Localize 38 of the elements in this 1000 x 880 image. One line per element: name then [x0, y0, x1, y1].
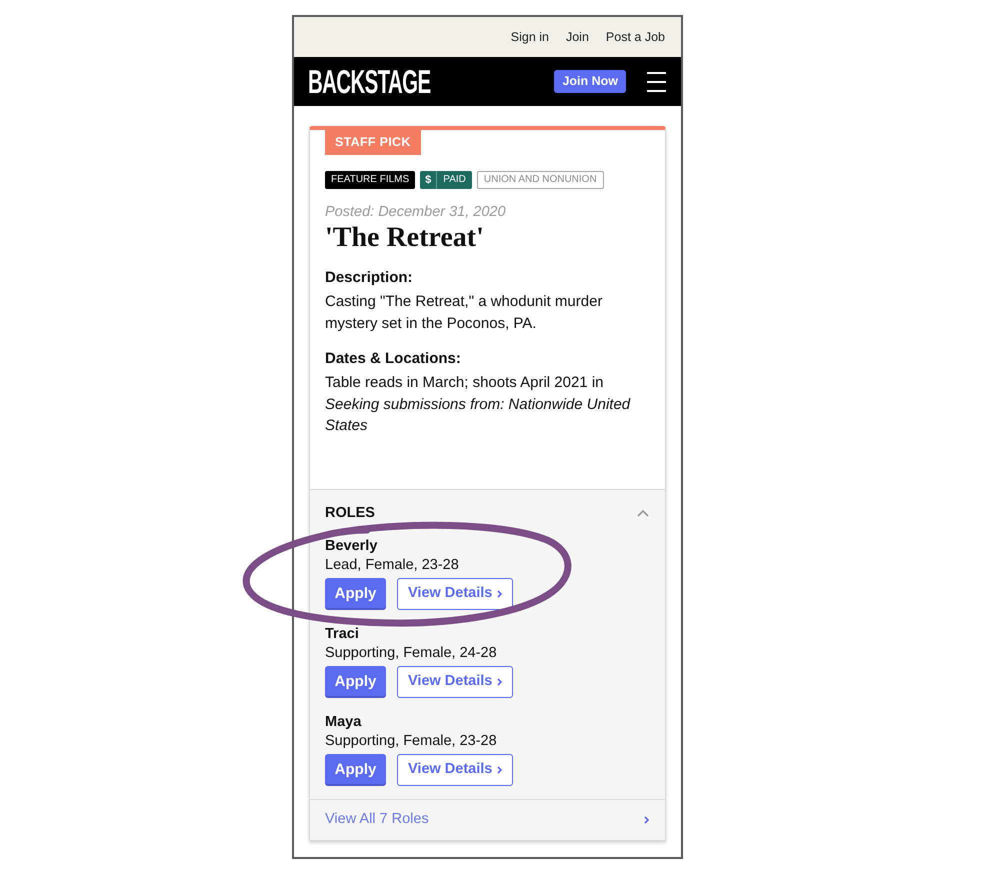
role-details: Supporting, Female, 23-28: [325, 732, 498, 750]
join-now-button[interactable]: Join Now: [554, 70, 626, 93]
menu-icon: [647, 72, 666, 92]
section-heading: Dates & Locations:: [325, 349, 462, 369]
nav-link[interactable]: Join: [566, 28, 589, 46]
listing-title: 'The Retreat': [325, 222, 484, 254]
role-details: Supporting, Female, 24-28: [325, 644, 498, 662]
role-name: Traci: [325, 624, 360, 642]
logo[interactable]: BACKSTAGE: [308, 65, 430, 98]
chevron-right-icon: [497, 678, 502, 686]
view-details-button[interactable]: View Details: [397, 754, 514, 786]
nav-link[interactable]: Post a Job: [606, 28, 665, 46]
body-text: Table reads in March; shoots April 2021 in: [325, 373, 604, 393]
category-tag: FEATURE FILMS: [325, 171, 416, 189]
role-name: Beverly: [325, 536, 378, 554]
posted-date: Posted: December 31, 2020: [325, 203, 506, 221]
staff-pick-badge: STAFF PICK: [325, 130, 421, 155]
chevron-right-icon: [497, 766, 502, 774]
view-all-roles-link[interactable]: View All 7 Roles: [310, 798, 665, 840]
menu-button[interactable]: [647, 72, 666, 92]
chevron-right-icon: [644, 816, 649, 824]
chevron-right-icon: [497, 590, 502, 598]
view-details-button[interactable]: View Details: [397, 578, 514, 610]
section-heading: Description:: [325, 268, 414, 288]
body-text: Casting "The Retreat," a whodunit murder mystery set in the Poconos, PA.: [325, 292, 604, 334]
role-details: Lead, Female, 23-28: [325, 556, 460, 574]
view-details-button[interactable]: View Details: [397, 666, 514, 698]
submissions-text: Seeking submissions from: Nationwide United States: [325, 394, 632, 436]
chevron-up-icon: [637, 508, 649, 516]
nav-link[interactable]: Sign in: [510, 28, 549, 46]
role-name: Maya: [325, 712, 362, 730]
roles-heading: ROLES: [325, 504, 375, 522]
paid-label: PAID: [442, 173, 467, 187]
apply-button[interactable]: Apply: [325, 578, 386, 610]
union-tag: UNION AND NONUNION: [476, 171, 604, 189]
apply-button[interactable]: Apply: [325, 666, 386, 698]
collapse-toggle[interactable]: [637, 508, 649, 516]
apply-button[interactable]: Apply: [325, 754, 386, 786]
